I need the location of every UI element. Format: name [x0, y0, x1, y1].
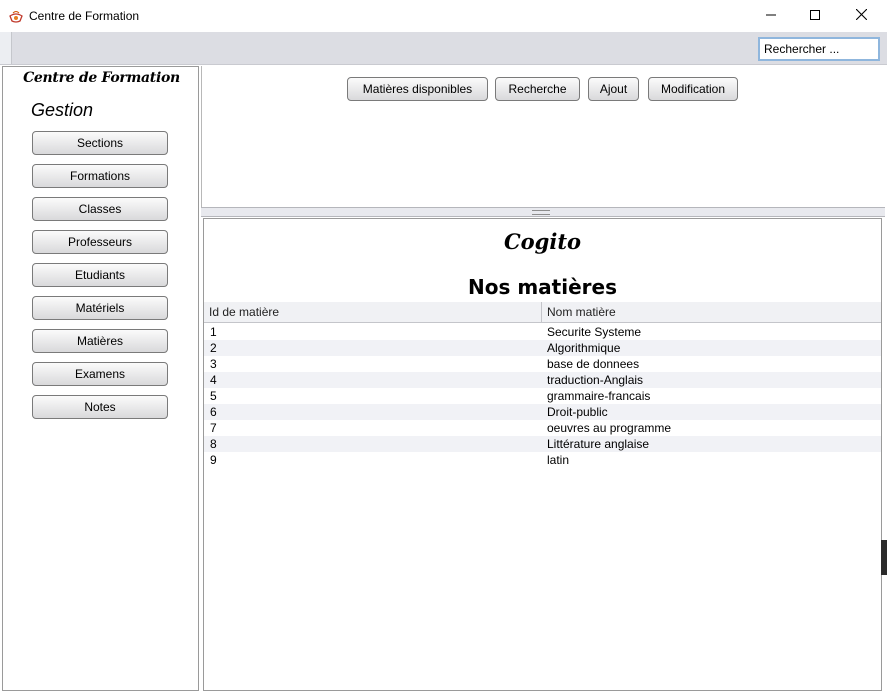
- maximize-button[interactable]: [792, 0, 838, 32]
- matieres-disponibles-button[interactable]: Matières disponibles: [347, 77, 488, 101]
- table-row[interactable]: 6 Droit-public: [204, 404, 881, 420]
- action-panel: Matières disponibles Recherche Ajout Mod…: [201, 66, 885, 208]
- title-bar: Centre de Formation: [0, 0, 887, 32]
- recherche-button[interactable]: Recherche: [495, 77, 580, 101]
- table-row[interactable]: 1 Securite Systeme: [204, 324, 881, 340]
- toolbar: [0, 32, 887, 65]
- table-body: 1 Securite Systeme 2 Algorithmique 3 bas…: [204, 324, 881, 468]
- sidebar-item-notes[interactable]: Notes: [32, 395, 168, 419]
- sidebar-item-matieres[interactable]: Matières: [32, 329, 168, 353]
- cell-id: 7: [210, 421, 217, 435]
- cell-nom: traduction-Anglais: [547, 373, 644, 387]
- sidebar-item-classes[interactable]: Classes: [32, 197, 168, 221]
- minimize-icon: [766, 9, 776, 23]
- content-panel: Cogito Nos matières Id de matière Nom ma…: [203, 218, 882, 691]
- table-row[interactable]: 8 Littérature anglaise: [204, 436, 881, 452]
- sidebar-item-formations[interactable]: Formations: [32, 164, 168, 188]
- split-divider[interactable]: [201, 207, 885, 217]
- divider-grip-icon[interactable]: [532, 210, 550, 215]
- close-button[interactable]: [838, 0, 884, 32]
- sidebar-item-materiels[interactable]: Matériels: [32, 296, 168, 320]
- table-row[interactable]: 7 oeuvres au programme: [204, 420, 881, 436]
- sidebar-brand: Centre de Formation: [23, 70, 180, 86]
- minimize-button[interactable]: [748, 0, 794, 32]
- table-row[interactable]: 9 latin: [204, 452, 881, 468]
- cell-id: 1: [210, 325, 217, 339]
- cell-id: 2: [210, 341, 217, 355]
- cell-id: 6: [210, 405, 217, 419]
- app-icon: [8, 9, 24, 25]
- cell-nom: base de donnees: [547, 357, 640, 371]
- column-header-id[interactable]: Id de matière: [204, 302, 542, 322]
- sidebar: Centre de Formation Gestion Sections For…: [2, 66, 199, 691]
- search-input[interactable]: [758, 37, 880, 61]
- modification-button[interactable]: Modification: [648, 77, 738, 101]
- table-row[interactable]: 3 base de donnees: [204, 356, 881, 372]
- content-brand: Cogito: [503, 229, 582, 254]
- sidebar-item-sections[interactable]: Sections: [32, 131, 168, 155]
- sidebar-item-examens[interactable]: Examens: [32, 362, 168, 386]
- table-header: Id de matière Nom matière: [204, 302, 881, 323]
- window-title: Centre de Formation: [29, 9, 140, 23]
- page-title: Nos matières: [468, 275, 617, 299]
- cell-id: 9: [210, 453, 217, 467]
- cell-id: 3: [210, 357, 217, 371]
- table-row[interactable]: 2 Algorithmique: [204, 340, 881, 356]
- cell-nom: oeuvres au programme: [547, 421, 672, 435]
- cell-nom: Droit-public: [547, 405, 608, 419]
- cell-id: 4: [210, 373, 217, 387]
- cell-id: 5: [210, 389, 217, 403]
- cell-nom: grammaire-francais: [547, 389, 651, 403]
- cell-nom: latin: [547, 453, 570, 467]
- maximize-icon: [810, 9, 820, 23]
- cell-nom: Littérature anglaise: [547, 437, 650, 451]
- toolbar-grip[interactable]: [0, 32, 12, 64]
- sidebar-item-professeurs[interactable]: Professeurs: [32, 230, 168, 254]
- cell-id: 8: [210, 437, 217, 451]
- column-header-nom[interactable]: Nom matière: [542, 302, 881, 322]
- sidebar-section-title: Gestion: [31, 100, 94, 120]
- cell-nom: Algorithmique: [547, 341, 621, 355]
- table-row[interactable]: 5 grammaire-francais: [204, 388, 881, 404]
- sidebar-item-etudiants[interactable]: Etudiants: [32, 263, 168, 287]
- close-icon: [855, 8, 867, 23]
- cell-nom: Securite Systeme: [547, 325, 642, 339]
- table-row[interactable]: 4 traduction-Anglais: [204, 372, 881, 388]
- ajout-button[interactable]: Ajout: [588, 77, 639, 101]
- window-edge: [881, 540, 887, 575]
